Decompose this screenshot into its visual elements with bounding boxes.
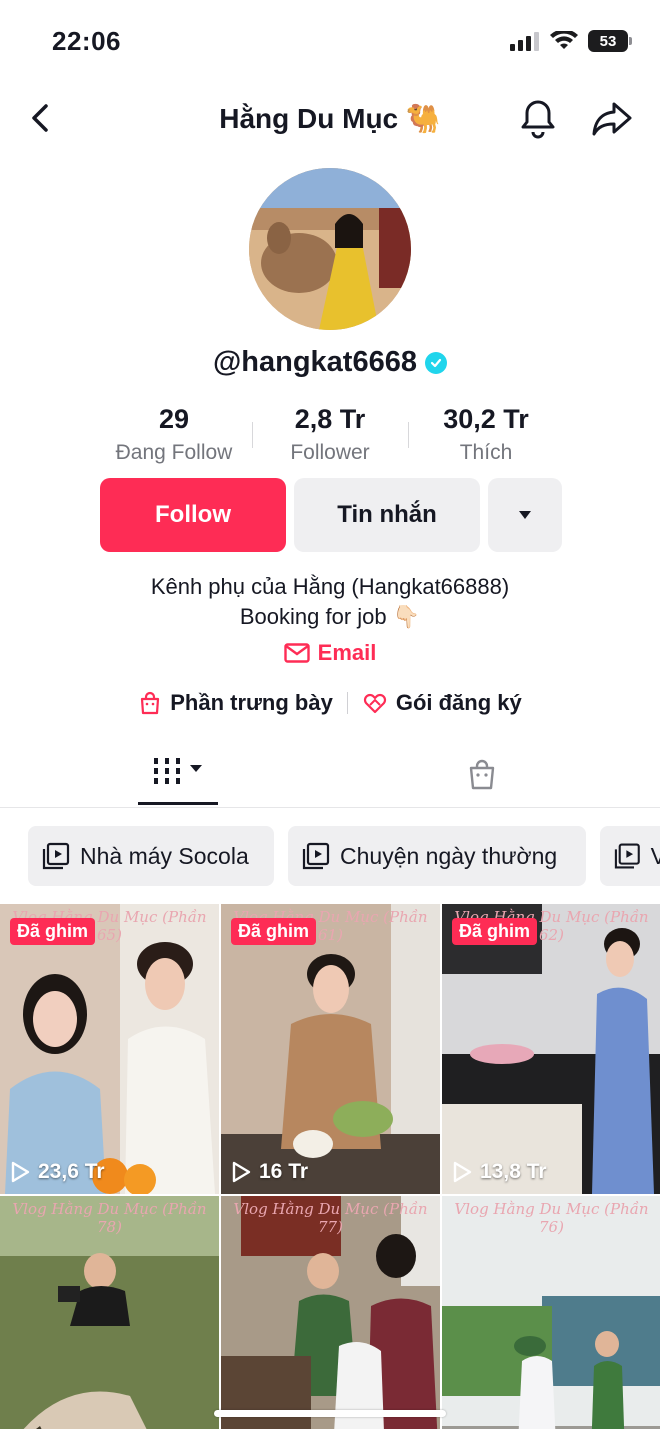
view-count: 13,8 Tr	[452, 1160, 547, 1184]
grid-icon	[154, 758, 180, 784]
subscription-link[interactable]: Gói đăng ký	[362, 690, 522, 716]
username-row: @hangkat6668	[0, 346, 660, 379]
video-thumbnail[interactable]: Vlog Hằng Du Mục (Phần 78)	[0, 1196, 219, 1429]
tab-videos[interactable]	[138, 754, 218, 808]
shopping-bag-icon	[141, 691, 160, 715]
view-count-label: 23,6 Tr	[38, 1160, 105, 1183]
playlist-label: Nhà máy Socola	[80, 842, 249, 869]
content-tabs	[0, 740, 660, 808]
playlist-chip[interactable]: Nhà máy Socola	[28, 826, 274, 886]
more-options-button[interactable]	[488, 478, 562, 552]
profile-bio: Kênh phụ của Hằng (Hangkat66888) Booking…	[0, 572, 660, 632]
video-thumbnail[interactable]: Vlog Hằng Du Mục (Phần 76)	[442, 1196, 660, 1429]
video-grid: Vlog Hằng Du Mục (Phần 65) Đã ghim 23,6 …	[0, 904, 660, 1429]
playlist-icon	[42, 842, 70, 870]
pinned-badge: Đã ghim	[231, 918, 317, 945]
playlist-icon	[302, 842, 330, 870]
view-count-label: 13,8 Tr	[480, 1160, 547, 1183]
stat-value: 2,8 Tr	[294, 404, 366, 434]
video-caption: Vlog Hằng Du Mục (Phần 76)	[454, 1200, 649, 1236]
video-thumbnail[interactable]: Vlog Hằng Du Mục (Phần 62) Đã ghim 13,8 …	[442, 904, 660, 1194]
wifi-icon	[550, 31, 578, 49]
stat-label: Đang Follow	[115, 441, 233, 464]
profile-actions: Follow Tin nhắn	[100, 478, 562, 552]
playlist-row: Nhà máy Socola Chuyện ngày thường V	[28, 826, 660, 886]
video-caption: Vlog Hằng Du Mục (Phần 77)	[233, 1200, 428, 1236]
profile-stats: 29 Đang Follow 2,8 Tr Follower 30,2 Tr T…	[96, 404, 564, 465]
bell-icon[interactable]	[516, 96, 560, 140]
play-icon	[232, 1161, 251, 1183]
showcase-link[interactable]: Phần trưng bày	[138, 690, 333, 716]
playlist-chip[interactable]: V	[600, 826, 660, 886]
avatar[interactable]	[249, 168, 411, 330]
video-thumbnail[interactable]: Vlog Hằng Du Mục (Phần 65) Đã ghim 23,6 …	[0, 904, 219, 1194]
stat-label: Follower	[290, 441, 370, 464]
stat-label: Thích	[459, 441, 513, 464]
username: @hangkat6668	[213, 346, 417, 378]
verified-badge-icon	[424, 351, 447, 374]
playlist-icon	[614, 843, 640, 869]
subscription-label: Gói đăng ký	[395, 690, 522, 715]
profile-header: Hằng Du Mục 🐫	[0, 88, 660, 148]
email-link[interactable]: Email	[0, 640, 660, 666]
mail-icon	[283, 643, 310, 663]
thumbnail-image	[0, 904, 219, 1194]
page-title: Hằng Du Mục 🐫	[219, 103, 441, 134]
pinned-badge: Đã ghim	[452, 918, 538, 945]
status-bar: 22:06 53	[0, 0, 660, 80]
status-time: 22:06	[52, 26, 121, 56]
stat-following[interactable]: 29 Đang Follow	[96, 404, 252, 465]
pinned-badge: Đã ghim	[10, 918, 96, 945]
thumbnail-image	[442, 904, 660, 1194]
divider	[346, 692, 348, 714]
tab-shop-bag-icon[interactable]	[466, 758, 498, 790]
caret-down-icon	[190, 765, 202, 772]
view-count-label: 16 Tr	[259, 1160, 309, 1183]
playlist-label: V	[650, 842, 660, 869]
view-count: 23,6 Tr	[10, 1160, 105, 1184]
subscription-heart-icon	[363, 693, 386, 714]
message-button[interactable]: Tin nhắn	[294, 478, 480, 552]
stat-value: 29	[158, 404, 190, 434]
home-indicator	[214, 1410, 446, 1417]
view-count: 16 Tr	[231, 1160, 308, 1184]
stat-likes[interactable]: 30,2 Tr Thích	[408, 404, 564, 465]
showcase-label: Phần trưng bày	[170, 690, 333, 715]
bio-line: Kênh phụ của Hằng (Hangkat66888)	[150, 574, 510, 599]
video-caption: Vlog Hằng Du Mục (Phần 78)	[12, 1200, 207, 1236]
battery-indicator: 53	[588, 30, 632, 52]
play-icon	[11, 1161, 30, 1183]
video-thumbnail[interactable]: Vlog Hằng Du Mục (Phần 77)	[221, 1196, 440, 1429]
avatar-image	[249, 168, 411, 330]
bio-line: Booking for job 👇🏻	[239, 604, 421, 629]
playlist-chip[interactable]: Chuyện ngày thường	[288, 826, 586, 886]
active-tab-indicator	[138, 802, 218, 805]
video-thumbnail[interactable]: Vlog Hằng Du Mục (Phần 61) Đã ghim 16 Tr	[221, 904, 440, 1194]
caret-down-icon	[519, 511, 531, 519]
play-icon	[453, 1161, 472, 1183]
share-icon[interactable]	[590, 96, 634, 140]
signal-icon	[510, 32, 539, 51]
thumbnail-image	[221, 904, 440, 1194]
stat-followers[interactable]: 2,8 Tr Follower	[252, 404, 408, 465]
status-icons: 53	[510, 30, 632, 52]
email-label: Email	[317, 640, 377, 665]
playlist-label: Chuyện ngày thường	[340, 842, 558, 869]
stat-value: 30,2 Tr	[443, 404, 529, 434]
follow-button[interactable]: Follow	[100, 478, 286, 552]
profile-links: Phần trưng bày Gói đăng ký	[0, 690, 660, 716]
